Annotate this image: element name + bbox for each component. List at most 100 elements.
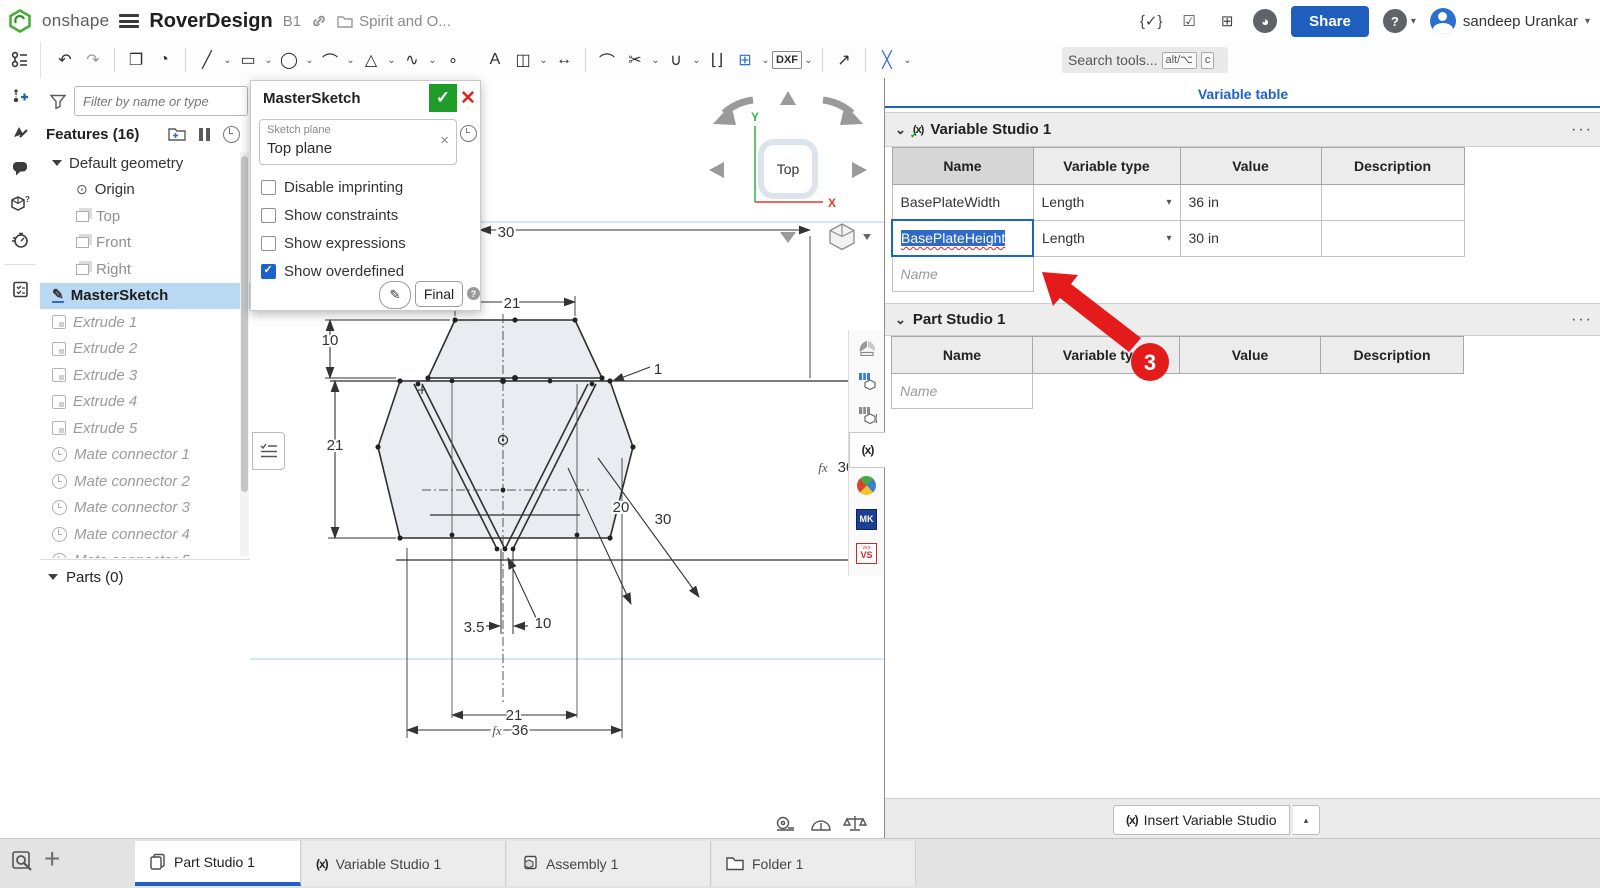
col-description[interactable]: Description (1321, 337, 1464, 374)
circle-tool-icon[interactable]: ◯ (275, 46, 303, 74)
pattern-tool-dropdown[interactable]: ⌄ (759, 55, 772, 66)
col-variable-type[interactable]: Variable type (1033, 337, 1180, 374)
point-tool-icon[interactable]: ∘ (439, 46, 467, 74)
rotate-tool-icon[interactable]: ◔ (150, 46, 178, 74)
view-menu-arrow[interactable] (780, 232, 796, 243)
sketch-copy-icon[interactable]: ❐ (122, 46, 150, 74)
section-menu-icon[interactable]: ··· (1571, 121, 1593, 139)
suppress-icon[interactable] (199, 128, 210, 141)
view-cube-menu-icon[interactable] (830, 224, 871, 250)
section-header-part-studio-1[interactable]: ⌄ Part Studio 1 ··· (885, 303, 1600, 336)
final-button[interactable]: Final (415, 281, 463, 307)
tree-item-mate-connector-5[interactable]: Mate connector 5 (40, 548, 250, 559)
variable-description-cell[interactable] (1321, 220, 1464, 256)
trim-tool-dropdown[interactable]: ⌄ (649, 55, 662, 66)
tab-folder-1[interactable]: Folder 1 (712, 841, 916, 886)
col-variable-type[interactable]: Variable type (1033, 148, 1180, 185)
arc-tool-dropdown[interactable]: ⌄ (344, 55, 357, 66)
dim-top-width[interactable]: 30 (498, 224, 515, 241)
new-tab-button[interactable]: + (44, 843, 60, 875)
dim-gap[interactable]: 1 (654, 361, 662, 378)
dim-slot-b[interactable]: 30 (655, 511, 672, 528)
section-menu-icon[interactable]: ··· (1571, 311, 1593, 329)
variable-value-cell[interactable]: 36 in (1180, 185, 1321, 221)
new-variable-name-cell[interactable]: Name (892, 374, 1033, 409)
search-tabs-icon[interactable] (12, 851, 36, 878)
dim-notch-depth[interactable]: 10 (535, 615, 552, 632)
redo-button[interactable]: ↷ (79, 46, 107, 74)
color-app-icon[interactable] (849, 468, 884, 502)
dxf-tool-dropdown[interactable]: ⌄ (802, 55, 815, 66)
col-value[interactable]: Value (1180, 148, 1321, 185)
link-icon[interactable] (311, 13, 327, 29)
rollback-clock-icon[interactable] (460, 125, 477, 142)
tree-item-extrude-2[interactable]: Extrude 2 (40, 336, 250, 363)
rectangle-tool-icon[interactable]: ▭ (234, 46, 262, 74)
tree-item-top-plane[interactable]: Top (40, 203, 250, 230)
offset-tool-icon[interactable]: ∪ (662, 46, 690, 74)
dim-side-height[interactable]: 21 (327, 437, 344, 454)
cancel-button[interactable]: ✕ (457, 87, 479, 109)
sketch-list-flyout[interactable] (252, 432, 285, 470)
tree-item-origin[interactable]: ⊙ Origin (40, 177, 250, 204)
configurations-panel-icon[interactable] (849, 364, 884, 398)
tree-item-extrude-1[interactable]: Extrude 1 (40, 309, 250, 336)
breadcrumb[interactable]: Spirit and O... (337, 13, 451, 30)
featurescript-icon[interactable]: {✓} (1139, 12, 1163, 30)
variable-value-cell[interactable]: 30 in (1180, 220, 1321, 256)
measure-tool-icon[interactable]: ⌊⌋ (703, 46, 731, 74)
user-menu[interactable]: sandeep Urankar ▾ (1430, 8, 1590, 34)
dxf-tool-icon[interactable]: DXF (772, 51, 802, 69)
construction-tool-icon[interactable]: ╳ (873, 46, 901, 74)
dimension-tool-icon[interactable]: ↔ (550, 46, 578, 74)
app-store-icon[interactable]: ⊞ (1215, 12, 1239, 30)
insert-feature-icon[interactable] (0, 78, 40, 114)
sketch-geometry[interactable] (330, 314, 884, 718)
section-header-variable-studio-1[interactable]: ⌄ (x) ✓ Variable Studio 1 ··· (885, 112, 1600, 147)
dialog-help-icon[interactable]: ? (467, 287, 480, 300)
tree-item-extrude-3[interactable]: Extrude 3 (40, 362, 250, 389)
dim-notch-width[interactable]: 3.5 (464, 619, 485, 636)
tree-item-extrude-4[interactable]: Extrude 4 (40, 389, 250, 416)
rectangle-tool-dropdown[interactable]: ⌄ (262, 55, 275, 66)
tab-variable-studio-1[interactable]: (x) Variable Studio 1 (302, 841, 506, 886)
undo-button[interactable]: ↶ (51, 46, 79, 74)
tree-item-mate-connector-1[interactable]: Mate connector 1 (40, 442, 250, 469)
variable-type-cell[interactable]: Length ▾ (1033, 220, 1180, 256)
new-folder-icon[interactable] (168, 127, 186, 141)
dim-trapezoid-height[interactable]: 10 (322, 332, 339, 349)
edit-sketch-icon[interactable] (0, 114, 40, 150)
rollback-icon[interactable] (223, 126, 240, 143)
offset-tool-dropdown[interactable]: ⌄ (690, 55, 703, 66)
feature-filter-input[interactable] (74, 86, 248, 116)
dim-slot-a[interactable]: 20 (613, 499, 630, 516)
trim-tool-icon[interactable]: ✂ (621, 46, 649, 74)
main-menu-icon[interactable] (119, 14, 139, 28)
tree-item-front-plane[interactable]: Front (40, 230, 250, 257)
col-description[interactable]: Description (1321, 148, 1464, 185)
scale-icon[interactable] (844, 816, 866, 830)
clear-selection-icon[interactable]: × (440, 132, 449, 149)
part-help-icon[interactable]: ? (0, 186, 40, 222)
fillet-tool-icon[interactable]: ⌒ (593, 46, 621, 74)
variable-description-cell[interactable] (1321, 185, 1464, 221)
rotate-left-arrow[interactable] (709, 162, 724, 178)
learning-center-icon[interactable]: ◕ (1253, 9, 1277, 33)
new-variable-name-cell[interactable]: Name (892, 256, 1033, 292)
tape-measure-icon[interactable] (777, 818, 794, 831)
inspect-tool-icon[interactable]: ↗ (830, 46, 858, 74)
share-button[interactable]: Share (1291, 6, 1369, 37)
line-tool-dropdown[interactable]: ⌄ (221, 55, 234, 66)
sketch-plane-field[interactable]: Sketch plane Top plane × (259, 119, 457, 165)
checkbox-show-expressions[interactable]: Show expressions (261, 233, 471, 253)
polygon-tool-dropdown[interactable]: ⌄ (385, 55, 398, 66)
mk-app-icon[interactable]: MK (849, 502, 884, 536)
rotate-up-arrow[interactable] (780, 91, 796, 105)
tab-assembly-1[interactable]: Assembly 1 (507, 841, 711, 886)
arc-tool-icon[interactable]: ⌒ (316, 46, 344, 74)
view-cube[interactable]: Top Y X (709, 91, 871, 250)
insert-variable-studio-button[interactable]: (x) Insert Variable Studio (1113, 805, 1290, 835)
checklist-icon[interactable] (0, 271, 40, 307)
tree-item-mastersketch[interactable]: ✎ MasterSketch (40, 283, 250, 310)
appearance-panel-icon[interactable] (849, 330, 884, 364)
